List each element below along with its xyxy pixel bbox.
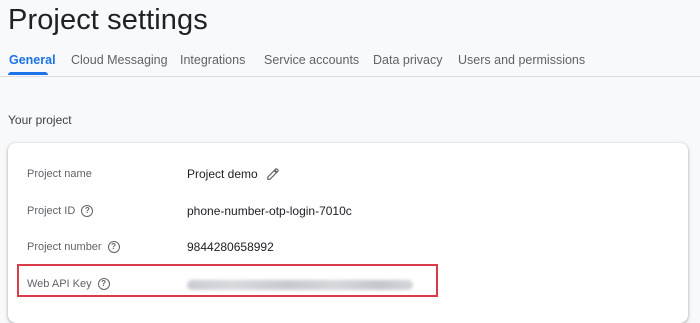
tab-general[interactable]: General bbox=[9, 53, 56, 67]
project-name-value: Project demo bbox=[187, 167, 258, 181]
project-id-row: Project ID ? phone-number-otp-login-7010… bbox=[8, 202, 688, 222]
page-title: Project settings bbox=[8, 4, 208, 36]
question-circle-icon[interactable]: ? bbox=[107, 241, 120, 253]
tab-service-accounts[interactable]: Service accounts bbox=[264, 53, 359, 67]
project-number-value: 9844280658992 bbox=[187, 240, 274, 254]
project-name-row: Project name Project demo bbox=[8, 165, 688, 185]
tab-users-and-permissions[interactable]: Users and permissions bbox=[458, 53, 585, 67]
tab-bar: General Cloud Messaging Integrations Ser… bbox=[0, 44, 700, 77]
pencil-icon[interactable] bbox=[266, 167, 280, 181]
project-id-value: phone-number-otp-login-7010c bbox=[187, 204, 352, 218]
section-title: Your project bbox=[8, 113, 72, 127]
highlight-box bbox=[17, 264, 438, 297]
tab-integrations[interactable]: Integrations bbox=[180, 53, 245, 67]
project-id-label: Project ID bbox=[27, 205, 76, 217]
tab-cloud-messaging[interactable]: Cloud Messaging bbox=[71, 53, 168, 67]
active-tab-indicator bbox=[8, 72, 48, 75]
project-name-label: Project name bbox=[27, 168, 92, 180]
question-circle-icon[interactable]: ? bbox=[81, 205, 94, 217]
tab-data-privacy[interactable]: Data privacy bbox=[373, 53, 442, 67]
project-number-row: Project number ? 9844280658992 bbox=[8, 238, 688, 258]
project-number-label: Project number bbox=[27, 241, 102, 253]
